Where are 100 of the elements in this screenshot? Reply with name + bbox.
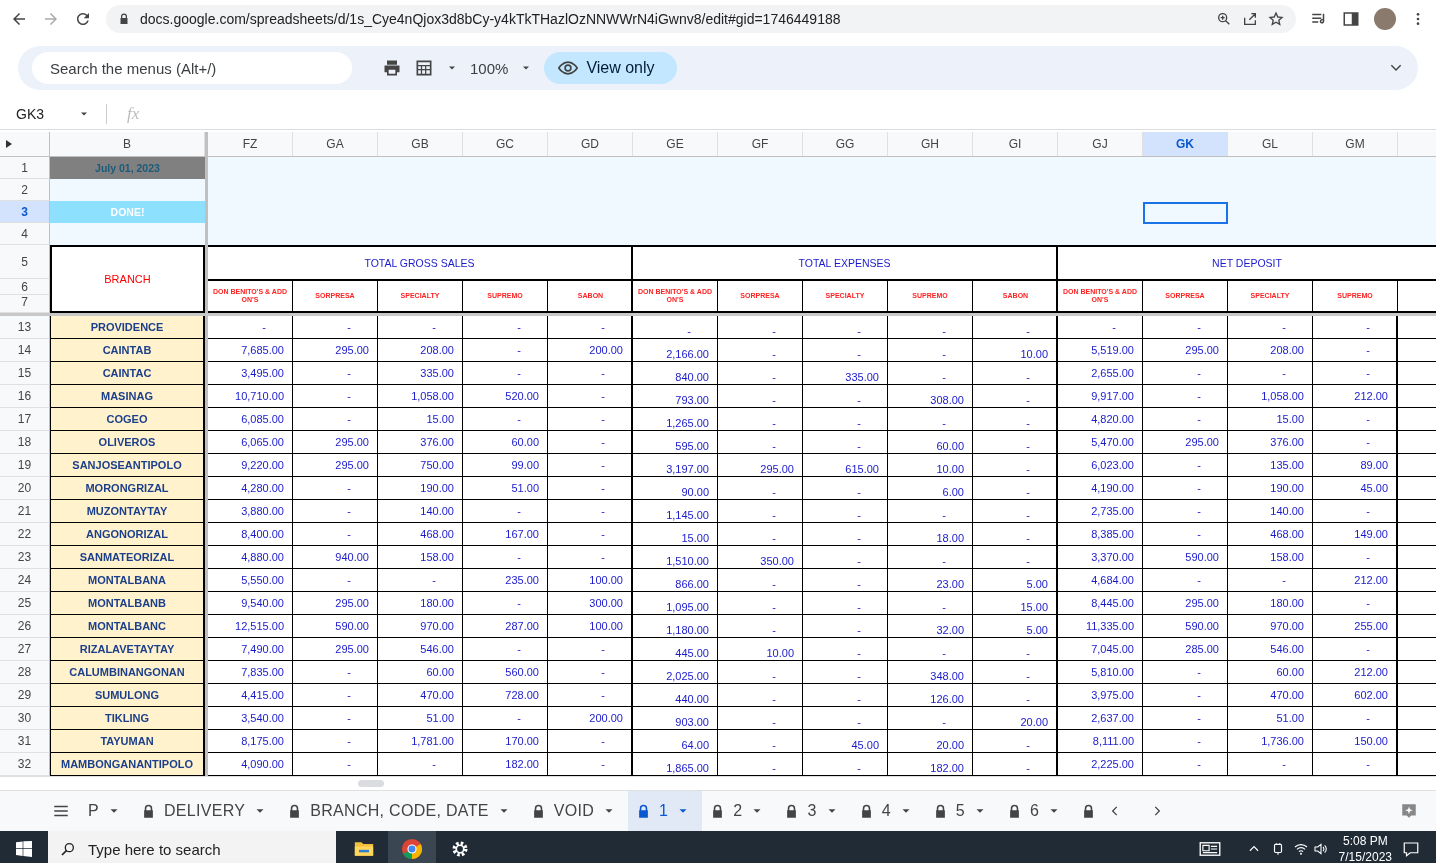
- sheet-tab[interactable]: 6: [999, 791, 1074, 831]
- row-number[interactable]: 20: [0, 477, 50, 500]
- row-number[interactable]: 23: [0, 546, 50, 569]
- sheet-tab[interactable]: 5: [924, 791, 1000, 831]
- branch-cell: SUMULONG: [50, 684, 205, 707]
- column-header[interactable]: GG: [803, 132, 888, 156]
- table-cell: 295.00: [1143, 592, 1228, 615]
- column-header[interactable]: GM: [1313, 132, 1398, 156]
- sheet-tab[interactable]: VOID: [522, 791, 629, 831]
- column-header[interactable]: GD: [548, 132, 633, 156]
- speaker-icon[interactable]: [1312, 841, 1329, 857]
- row-number[interactable]: 18: [0, 431, 50, 454]
- column-header[interactable]: GF: [718, 132, 803, 156]
- row-number[interactable]: 21: [0, 500, 50, 523]
- sheet-tab[interactable]: 4: [850, 791, 925, 831]
- row-number[interactable]: 30: [0, 707, 50, 730]
- table-cell: -: [548, 730, 633, 753]
- row-number[interactable]: 19: [0, 454, 50, 477]
- row-number[interactable]: 26: [0, 615, 50, 638]
- column-header[interactable]: GL: [1228, 132, 1313, 156]
- row-number[interactable]: 2: [0, 179, 50, 201]
- table-cell: -: [463, 592, 548, 615]
- menu-search-field[interactable]: Search the menus (Alt+/): [32, 52, 352, 84]
- gear-icon[interactable]: [450, 839, 470, 859]
- clock-date[interactable]: 7/15/2023: [1338, 849, 1392, 863]
- row-number[interactable]: 17: [0, 408, 50, 431]
- folder-icon[interactable]: [353, 839, 375, 859]
- row-number[interactable]: 14: [0, 339, 50, 362]
- sheet-tab[interactable]: 2: [702, 791, 777, 831]
- row-number[interactable]: 22: [0, 523, 50, 546]
- triangle-right-icon[interactable]: [6, 140, 12, 148]
- clock-time[interactable]: 5:08 PM: [1342, 833, 1388, 849]
- row-number[interactable]: 7: [0, 295, 50, 313]
- explore-icon[interactable]: [1400, 802, 1418, 820]
- zoom-selector[interactable]: 100%: [470, 59, 509, 77]
- sheet-tab[interactable]: P: [80, 791, 133, 831]
- table-cell: -: [803, 523, 888, 546]
- scrollbar-thumb[interactable]: [358, 780, 384, 787]
- column-header[interactable]: GE: [633, 132, 718, 156]
- table-cell: 7,685.00: [208, 339, 293, 362]
- table-cell: 10.00: [973, 339, 1058, 362]
- row-number[interactable]: 16: [0, 385, 50, 408]
- print-icon[interactable]: [382, 58, 402, 78]
- table-cell: 10.00: [888, 454, 973, 477]
- column-header[interactable]: GB: [378, 132, 463, 156]
- column-header[interactable]: GK: [1143, 132, 1228, 156]
- row-number[interactable]: 31: [0, 730, 50, 753]
- view-only-button[interactable]: View only: [544, 52, 677, 84]
- row-number[interactable]: 4: [0, 223, 50, 245]
- cell-reference[interactable]: GK3: [16, 106, 44, 122]
- table-cell: 158.00: [1228, 546, 1313, 569]
- table-cell: -: [1143, 500, 1228, 523]
- row-number[interactable]: 13: [0, 316, 50, 339]
- row-number[interactable]: 25: [0, 592, 50, 615]
- sheet-tab[interactable]: DELIVERY: [133, 791, 280, 831]
- table-cell: -: [973, 730, 1058, 753]
- table-cell: -: [1143, 362, 1228, 385]
- row-number[interactable]: 29: [0, 684, 50, 707]
- row-number[interactable]: 3: [0, 201, 50, 223]
- row-number[interactable]: 28: [0, 661, 50, 684]
- row-number[interactable]: 32: [0, 753, 50, 776]
- news-icon[interactable]: [1198, 841, 1221, 857]
- windows-icon[interactable]: [16, 841, 32, 857]
- column-header[interactable]: GC: [463, 132, 548, 156]
- table-cell: 546.00: [1228, 638, 1313, 661]
- row-number[interactable]: 24: [0, 569, 50, 592]
- wifi-icon[interactable]: [1292, 841, 1309, 857]
- calculator-icon[interactable]: [414, 58, 434, 78]
- table-cell: -: [1313, 316, 1398, 339]
- table-cell: 150.00: [1313, 730, 1398, 753]
- sheet-tab[interactable]: BRANCH, CODE, DATE: [279, 791, 523, 831]
- branch-cell: CALUMBINANGONAN: [50, 661, 205, 684]
- table-cell: 3,370.00: [1058, 546, 1143, 569]
- sheet-tab[interactable]: 3: [776, 791, 851, 831]
- table-cell: 1,736.00: [1228, 730, 1313, 753]
- reload-icon[interactable]: [74, 10, 92, 28]
- table-cell: 135.00: [1228, 454, 1313, 477]
- star-icon[interactable]: [1268, 11, 1284, 27]
- row-number[interactable]: 27: [0, 638, 50, 661]
- table-cell: -: [888, 316, 973, 339]
- browser-logo-icon[interactable]: [401, 838, 423, 860]
- share-icon[interactable]: [1242, 11, 1258, 27]
- zoom-icon[interactable]: [1216, 11, 1232, 27]
- side-panel-icon[interactable]: [1342, 10, 1360, 28]
- group-header: TOTAL EXPENSES: [633, 247, 1056, 281]
- row-number[interactable]: 5: [0, 245, 50, 279]
- sheet-tab[interactable]: 1: [628, 791, 703, 831]
- column-header[interactable]: GI: [973, 132, 1058, 156]
- table-cell: -: [1228, 316, 1313, 339]
- notification-icon[interactable]: [1402, 840, 1420, 858]
- column-header[interactable]: GA: [293, 132, 378, 156]
- row-number[interactable]: 15: [0, 362, 50, 385]
- avatar-icon[interactable]: [1374, 8, 1396, 30]
- table-cell: -: [1313, 546, 1398, 569]
- column-header[interactable]: FZ: [208, 132, 293, 156]
- taskbar-search-field[interactable]: Type here to search: [48, 831, 336, 863]
- table-cell: 200.00: [548, 707, 633, 730]
- row-number[interactable]: 1: [0, 157, 50, 179]
- row-number[interactable]: 6: [0, 279, 50, 295]
- column-header[interactable]: GH: [888, 132, 973, 156]
